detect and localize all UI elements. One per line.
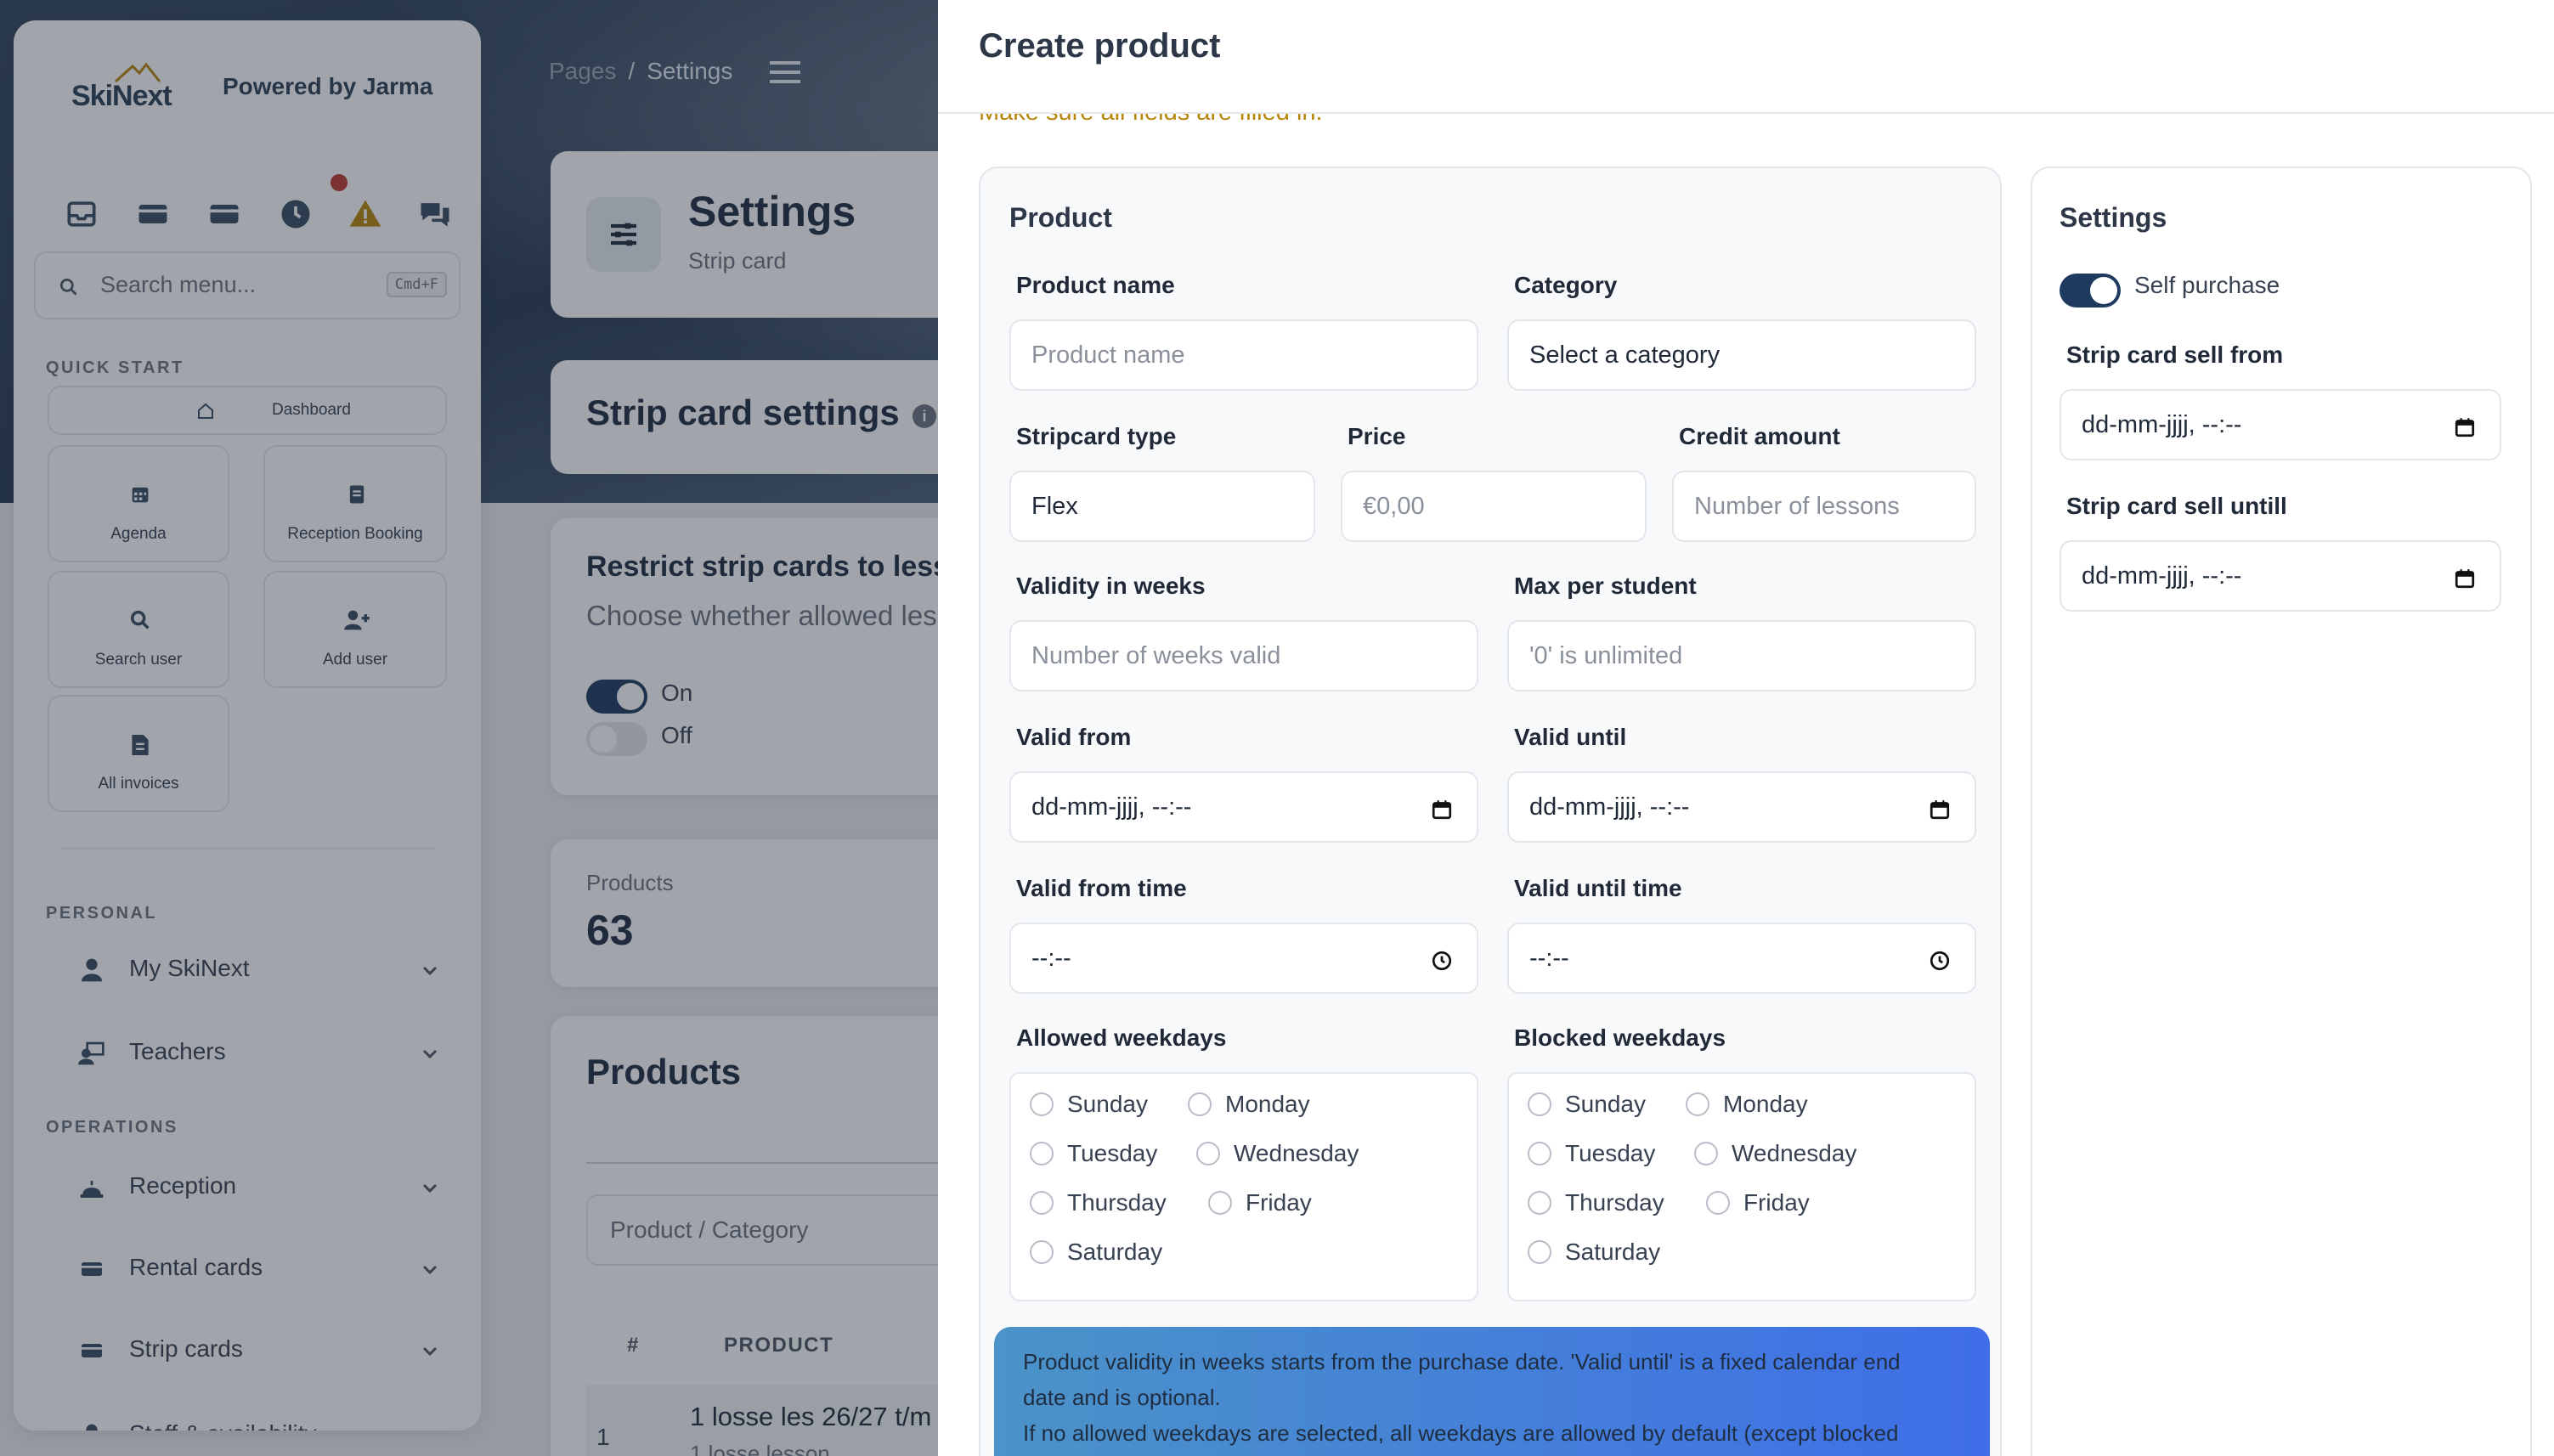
allowed-weekdays-group: Sunday Monday Tuesday Wednesday Thursday… — [1009, 1072, 1478, 1301]
validity-weeks-input[interactable]: Number of weeks valid — [1009, 620, 1478, 691]
checkbox[interactable] — [1528, 1240, 1551, 1264]
price-input[interactable]: €0,00 — [1341, 471, 1647, 542]
checkbox[interactable] — [1030, 1240, 1054, 1264]
valid-from-time-label: Valid from time — [1016, 875, 1187, 901]
product-name-placeholder: Product name — [1031, 341, 1185, 369]
valid-from-time-value: --:-- — [1031, 944, 1071, 972]
sell-from-input[interactable]: dd-mm-jjjj, --:-- — [2060, 389, 2501, 460]
price-label: Price — [1348, 423, 1406, 449]
info-line: If no allowed weekdays are selected, all… — [1023, 1420, 1899, 1446]
validity-weeks-placeholder: Number of weeks valid — [1031, 641, 1281, 669]
allowed-weekday-wednesday[interactable]: Wednesday — [1196, 1140, 1359, 1167]
sell-from-value: dd-mm-jjjj, --:-- — [2082, 410, 2242, 438]
category-select[interactable]: Select a category — [1507, 319, 1976, 391]
blocked-weekday-saturday[interactable]: Saturday — [1528, 1239, 1660, 1266]
stripcard-type-label: Stripcard type — [1016, 423, 1177, 449]
stripcard-type-select[interactable]: Flex — [1009, 471, 1315, 542]
info-line: date and is optional. — [1023, 1385, 1221, 1410]
drawer-header-divider — [938, 112, 2554, 114]
category-value: Select a category — [1529, 341, 1721, 369]
allowed-weekday-friday[interactable]: Friday — [1208, 1189, 1312, 1216]
calendar-icon[interactable] — [2454, 416, 2476, 438]
blocked-weekday-tuesday[interactable]: Tuesday — [1528, 1140, 1655, 1167]
valid-until-time-value: --:-- — [1529, 944, 1569, 972]
allowed-weekday-thursday[interactable]: Thursday — [1030, 1189, 1167, 1216]
sell-until-value: dd-mm-jjjj, --:-- — [2082, 562, 2242, 590]
valid-from-value: dd-mm-jjjj, --:-- — [1031, 793, 1192, 821]
checkbox[interactable] — [1188, 1092, 1212, 1116]
calendar-icon[interactable] — [1929, 799, 1951, 821]
product-name-input[interactable]: Product name — [1009, 319, 1478, 391]
sell-from-label: Strip card sell from — [2066, 341, 2284, 368]
valid-until-time-input[interactable]: --:-- — [1507, 923, 1976, 994]
checkbox[interactable] — [1196, 1142, 1220, 1165]
self-purchase-label: Self purchase — [2134, 272, 2280, 298]
product-panel-heading: Product — [1009, 202, 1112, 233]
max-per-student-label: Max per student — [1514, 573, 1697, 599]
settings-panel: Settings Self purchase Strip card sell f… — [2031, 166, 2532, 1456]
category-label: Category — [1514, 272, 1618, 298]
checkbox[interactable] — [1208, 1191, 1232, 1215]
checkbox[interactable] — [1528, 1142, 1551, 1165]
blocked-weekday-friday[interactable]: Friday — [1706, 1189, 1810, 1216]
allowed-weekdays-label: Allowed weekdays — [1016, 1024, 1227, 1051]
checkbox[interactable] — [1528, 1191, 1551, 1215]
checkbox[interactable] — [1706, 1191, 1730, 1215]
clock-icon[interactable] — [1929, 950, 1951, 972]
blocked-weekday-wednesday[interactable]: Wednesday — [1694, 1140, 1856, 1167]
sell-until-label: Strip card sell untill — [2066, 493, 2287, 519]
checkbox[interactable] — [1528, 1092, 1551, 1116]
calendar-icon[interactable] — [2454, 567, 2476, 590]
blocked-weekday-sunday[interactable]: Sunday — [1528, 1091, 1646, 1118]
valid-until-label: Valid until — [1514, 724, 1627, 750]
clock-icon[interactable] — [1431, 950, 1453, 972]
valid-from-time-input[interactable]: --:-- — [1009, 923, 1478, 994]
self-purchase-toggle[interactable] — [2060, 274, 2121, 308]
credit-amount-placeholder: Number of lessons — [1694, 492, 1900, 520]
checkbox[interactable] — [1686, 1092, 1709, 1116]
credit-amount-input[interactable]: Number of lessons — [1672, 471, 1976, 542]
create-product-drawer: Create product Make sure all fields are … — [938, 0, 2554, 1456]
blocked-weekday-monday[interactable]: Monday — [1686, 1091, 1808, 1118]
max-per-student-input[interactable]: '0' is unlimited — [1507, 620, 1976, 691]
valid-until-input[interactable]: dd-mm-jjjj, --:-- — [1507, 771, 1976, 843]
modal-backdrop[interactable] — [0, 0, 938, 1456]
checkbox[interactable] — [1030, 1191, 1054, 1215]
valid-until-time-label: Valid until time — [1514, 875, 1682, 901]
max-per-student-placeholder: '0' is unlimited — [1529, 641, 1683, 669]
price-placeholder: €0,00 — [1363, 492, 1425, 520]
allowed-weekday-sunday[interactable]: Sunday — [1030, 1091, 1148, 1118]
valid-from-label: Valid from — [1016, 724, 1132, 750]
blocked-weekday-thursday[interactable]: Thursday — [1528, 1189, 1664, 1216]
allowed-weekday-tuesday[interactable]: Tuesday — [1030, 1140, 1157, 1167]
info-line: Product validity in weeks starts from th… — [1023, 1349, 1901, 1374]
drawer-title-front: Create product — [979, 27, 1221, 65]
sell-until-input[interactable]: dd-mm-jjjj, --:-- — [2060, 540, 2501, 612]
allowed-weekday-saturday[interactable]: Saturday — [1030, 1239, 1162, 1266]
blocked-weekdays-group: Sunday Monday Tuesday Wednesday Thursday… — [1507, 1072, 1976, 1301]
product-panel: Product Product name Product name Catego… — [979, 166, 2002, 1456]
blocked-weekdays-label: Blocked weekdays — [1514, 1024, 1726, 1051]
checkbox[interactable] — [1694, 1142, 1718, 1165]
checkbox[interactable] — [1030, 1142, 1054, 1165]
product-name-label: Product name — [1016, 272, 1175, 298]
checkbox[interactable] — [1030, 1092, 1054, 1116]
allowed-weekday-monday[interactable]: Monday — [1188, 1091, 1310, 1118]
validity-weeks-label: Validity in weeks — [1016, 573, 1206, 599]
stripcard-type-value: Flex — [1031, 492, 1078, 520]
valid-until-value: dd-mm-jjjj, --:-- — [1529, 793, 1690, 821]
credit-amount-label: Credit amount — [1679, 423, 1840, 449]
toggle-knob — [2090, 277, 2117, 304]
valid-from-input[interactable]: dd-mm-jjjj, --:-- — [1009, 771, 1478, 843]
info-alert: Product validity in weeks starts from th… — [994, 1327, 1990, 1456]
settings-panel-heading: Settings — [2060, 202, 2167, 233]
calendar-icon[interactable] — [1431, 799, 1453, 821]
